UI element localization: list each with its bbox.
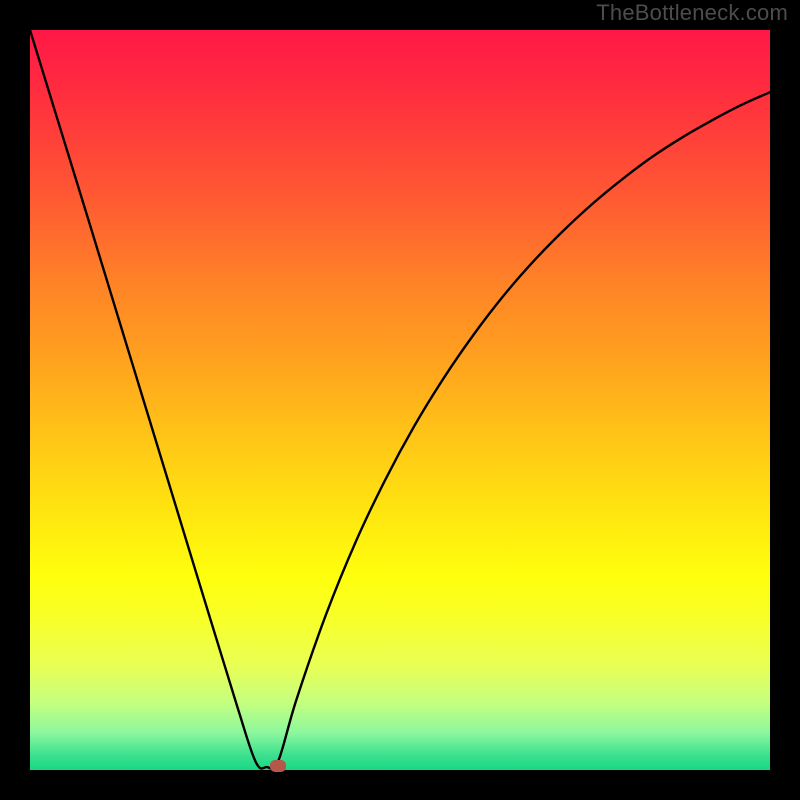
chart-frame: TheBottleneck.com [0,0,800,800]
bottleneck-curve [30,30,770,769]
watermark-text: TheBottleneck.com [596,0,788,30]
plot-area [30,30,770,770]
curve-svg [30,30,770,770]
marker-dot [270,760,286,772]
